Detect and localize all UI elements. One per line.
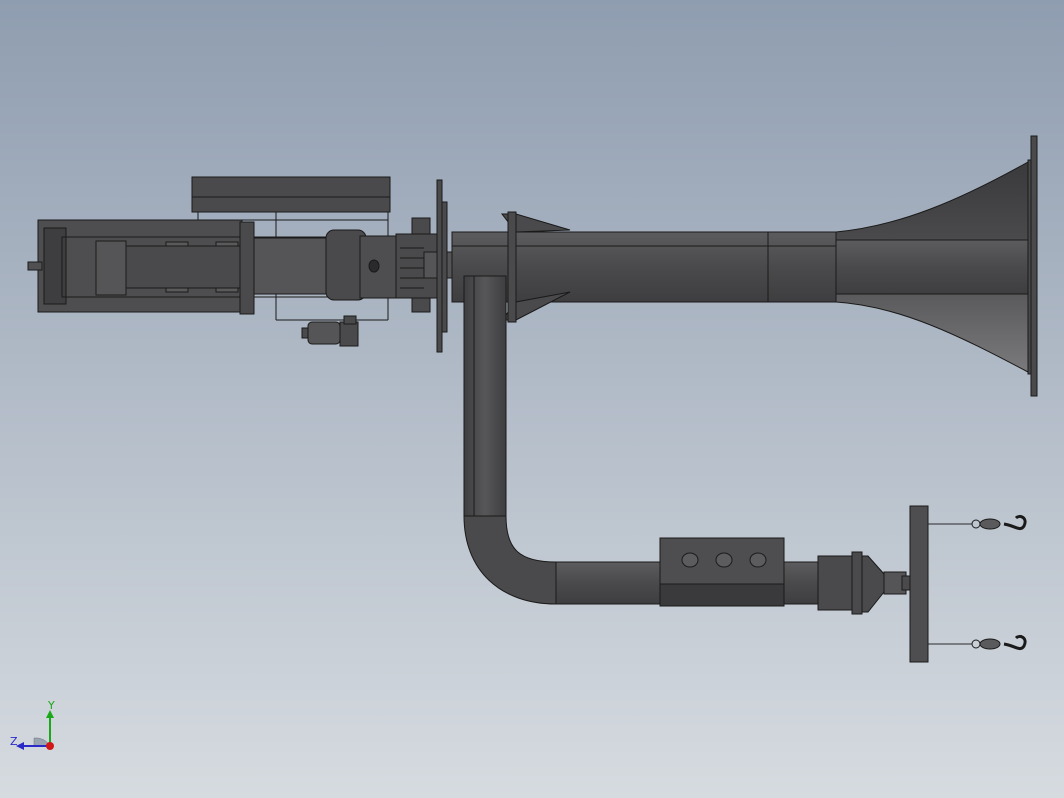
vertical-post[interactable] [463, 275, 507, 517]
viewport-background [0, 0, 1064, 798]
bolt-hole [715, 552, 733, 568]
bolt-hole [749, 552, 767, 568]
bolt-block[interactable] [659, 537, 785, 607]
z-axis-label: Z [10, 735, 18, 748]
model-view[interactable] [0, 0, 1064, 798]
bolt-hole [681, 552, 699, 568]
cad-viewport[interactable]: Y Z [0, 0, 1064, 798]
wheel-disc[interactable] [436, 179, 448, 353]
x-axis-dot [46, 742, 54, 750]
y-axis-label: Y [47, 699, 55, 712]
coordinate-triad: Y Z [10, 699, 55, 750]
